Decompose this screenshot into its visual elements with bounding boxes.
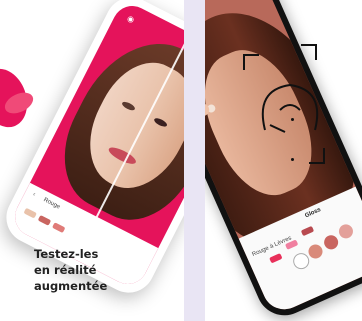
category-tab[interactable]: Rouge: [42, 197, 60, 210]
camera-icon[interactable]: ◉: [126, 14, 136, 25]
ar-frame-corner: [309, 148, 325, 164]
color-swatch[interactable]: [306, 242, 325, 261]
ar-tracking-dot: [291, 118, 294, 121]
color-swatch[interactable]: [37, 214, 52, 226]
color-swatch[interactable]: [23, 207, 37, 219]
promo-panel-right: Rouge à Lèvres Gloss: [205, 0, 362, 321]
promo-panel-left: ◉ ⧉ ✕ ‹ Rouge Testez-les en réalité augm…: [0, 0, 184, 321]
ar-frame-corner: [243, 54, 259, 70]
ar-tracking-dot: [291, 158, 294, 161]
color-swatch[interactable]: [336, 222, 356, 241]
back-chevron-icon[interactable]: ‹: [32, 192, 37, 198]
phone-mockup-right: Rouge à Lèvres Gloss: [205, 0, 362, 321]
promo-headline: Testez-les en réalité augmentée: [34, 246, 154, 294]
face-tracking-icon: [261, 83, 319, 133]
ar-frame-corner: [301, 44, 317, 60]
color-swatch[interactable]: [321, 233, 341, 252]
headline-line: augmentée: [34, 279, 108, 293]
headline-line: Testez-les: [34, 247, 99, 261]
tab-gloss[interactable]: Gloss: [304, 207, 322, 219]
color-swatch[interactable]: [52, 222, 66, 234]
ar-camera-screen: Rouge à Lèvres Gloss: [205, 0, 362, 317]
color-swatch[interactable]: [300, 225, 315, 237]
color-swatch[interactable]: [269, 253, 283, 264]
headline-line: en réalité: [34, 263, 97, 277]
